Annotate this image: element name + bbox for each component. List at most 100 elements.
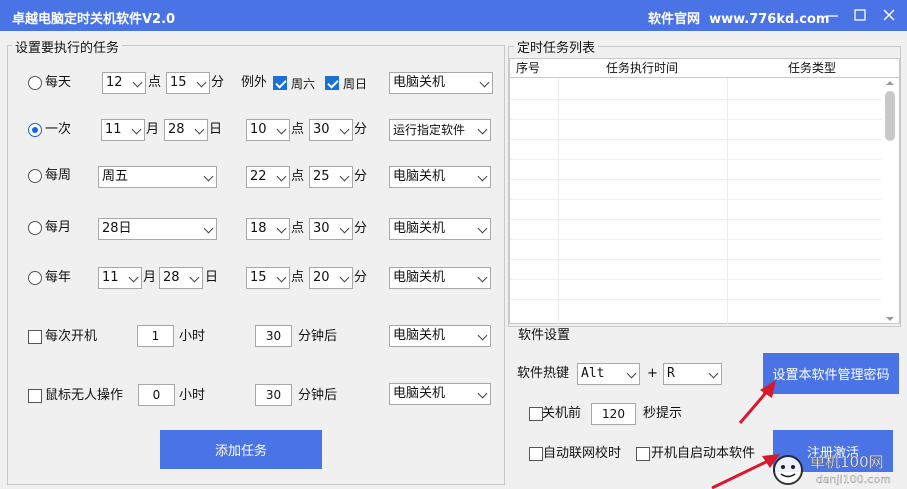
before-shutdown-seconds-input[interactable]: 120 xyxy=(591,403,636,425)
chevron-down-icon xyxy=(128,272,139,283)
column-divider xyxy=(727,78,728,324)
hour-unit: 点 xyxy=(148,75,162,90)
task-list-legend: 定时任务列表 xyxy=(514,37,599,56)
daily-action-select[interactable]: 电脑关机 xyxy=(389,72,493,94)
add-task-button[interactable]: 添加任务 xyxy=(160,430,322,469)
daily-minute-select[interactable]: 15 xyxy=(166,72,210,94)
month-unit: 月 xyxy=(146,122,160,137)
chevron-down-icon xyxy=(276,171,287,182)
once-hour-select[interactable]: 10 xyxy=(246,119,290,141)
row-divider xyxy=(510,199,882,200)
hour-unit: 点 xyxy=(291,122,305,137)
yearly-day-select[interactable]: 28 xyxy=(159,267,203,289)
monthly-day-select[interactable]: 28日 xyxy=(98,218,217,240)
row-divider xyxy=(510,299,882,300)
row-divider xyxy=(510,279,882,280)
weekly-weekday-select[interactable]: 周五 xyxy=(98,166,217,188)
task-list-header: 序号 任务执行时间 任务类型 xyxy=(510,59,899,78)
title-bar: 卓越电脑定时关机软件V2.0 软件官网 www.776kd.com xyxy=(0,0,907,31)
chevron-down-icon xyxy=(477,223,488,234)
chevron-down-icon xyxy=(339,223,350,234)
once-action-select[interactable]: 运行指定软件 xyxy=(389,119,491,141)
yearly-month-select[interactable]: 11 xyxy=(98,267,142,289)
chevron-down-icon xyxy=(339,171,350,182)
monthly-action-select[interactable]: 电脑关机 xyxy=(389,218,491,240)
vertical-scrollbar[interactable] xyxy=(882,79,898,323)
close-icon xyxy=(883,9,895,21)
sunday-label: 周日 xyxy=(343,77,368,91)
autostart-checkbox[interactable] xyxy=(636,447,650,461)
minute-unit: 分 xyxy=(354,169,368,184)
once-month-select[interactable]: 11 xyxy=(101,119,145,141)
chevron-down-icon xyxy=(276,272,287,283)
chevron-down-icon xyxy=(626,368,637,379)
once-minute-select[interactable]: 30 xyxy=(309,119,353,141)
watermark-logo: 单机100网 danji100.com xyxy=(773,453,891,486)
once-day-select[interactable]: 28 xyxy=(164,119,208,141)
radio-daily[interactable] xyxy=(28,76,42,90)
before-shutdown-checkbox[interactable] xyxy=(529,407,543,421)
boot-label: 每次开机 xyxy=(45,329,98,344)
boot-minutes-input[interactable]: 30 xyxy=(255,325,292,347)
task-list[interactable]: 序号 任务执行时间 任务类型 xyxy=(509,58,900,324)
monthly-hour-select[interactable]: 18 xyxy=(246,218,290,240)
radio-monthly[interactable] xyxy=(28,221,42,235)
row-divider xyxy=(510,259,882,260)
yearly-minute-select[interactable]: 20 xyxy=(309,267,353,289)
boot-hours-input[interactable]: 1 xyxy=(137,325,174,347)
minimize-button[interactable] xyxy=(822,4,844,26)
minutes-after-unit: 分钟后 xyxy=(298,388,338,403)
task-group-legend: 设置要执行的任务 xyxy=(12,37,123,56)
minute-unit: 分 xyxy=(211,75,225,90)
column-header-type[interactable]: 任务类型 xyxy=(788,59,836,77)
idle-action-select[interactable]: 电脑关机 xyxy=(389,383,491,405)
minimize-icon xyxy=(827,15,838,17)
scroll-down-icon[interactable] xyxy=(886,317,894,321)
auto-time-sync-checkbox[interactable] xyxy=(529,447,543,461)
hotkey-modifier-select[interactable]: Alt xyxy=(577,363,640,385)
idle-minutes-input[interactable]: 30 xyxy=(255,384,292,406)
chevron-down-icon xyxy=(196,77,207,88)
maximize-button[interactable] xyxy=(849,4,871,26)
daily-hour-select[interactable]: 12 xyxy=(102,72,146,94)
row-divider xyxy=(510,239,882,240)
weekly-hour-select[interactable]: 22 xyxy=(246,166,290,188)
monthly-minute-select[interactable]: 30 xyxy=(309,218,353,240)
close-button[interactable] xyxy=(878,4,900,26)
scrollbar-thumb[interactable] xyxy=(885,91,895,141)
chevron-down-icon xyxy=(477,388,488,399)
chevron-down-icon xyxy=(132,77,143,88)
idle-checkbox[interactable] xyxy=(28,389,42,403)
chevron-down-icon xyxy=(203,223,214,234)
row-divider xyxy=(510,99,882,100)
day-unit: 日 xyxy=(205,270,219,285)
yearly-hour-select[interactable]: 15 xyxy=(246,267,290,289)
yearly-action-select[interactable]: 电脑关机 xyxy=(389,267,491,289)
boot-checkbox[interactable] xyxy=(28,330,42,344)
column-header-index[interactable]: 序号 xyxy=(516,59,540,77)
seconds-hint-label: 秒提示 xyxy=(643,406,683,421)
weekly-action-select[interactable]: 电脑关机 xyxy=(389,166,491,188)
task-group-frame xyxy=(7,45,505,485)
weekly-minute-select[interactable]: 25 xyxy=(309,166,353,188)
column-header-time[interactable]: 任务执行时间 xyxy=(606,59,678,77)
idle-hours-input[interactable]: 0 xyxy=(138,384,175,406)
scroll-up-icon[interactable] xyxy=(886,81,894,85)
row-divider xyxy=(510,179,882,180)
radio-weekly[interactable] xyxy=(28,169,42,183)
saturday-checkbox[interactable] xyxy=(273,76,287,90)
boot-action-select[interactable]: 电脑关机 xyxy=(389,325,491,347)
chevron-down-icon xyxy=(189,272,200,283)
website-link[interactable]: 软件官网 www.776kd.com xyxy=(648,8,829,27)
radio-yearly[interactable] xyxy=(28,271,42,285)
sunday-checkbox[interactable] xyxy=(325,76,339,90)
plus-label: + xyxy=(647,366,658,381)
hour-unit: 点 xyxy=(291,169,305,184)
hour-unit: 点 xyxy=(291,270,305,285)
minutes-after-unit: 分钟后 xyxy=(298,329,338,344)
chevron-down-icon xyxy=(131,124,142,135)
maximize-icon xyxy=(854,9,866,21)
radio-yearly-label: 每年 xyxy=(45,270,72,285)
radio-once[interactable] xyxy=(28,123,42,137)
column-divider xyxy=(558,78,559,324)
